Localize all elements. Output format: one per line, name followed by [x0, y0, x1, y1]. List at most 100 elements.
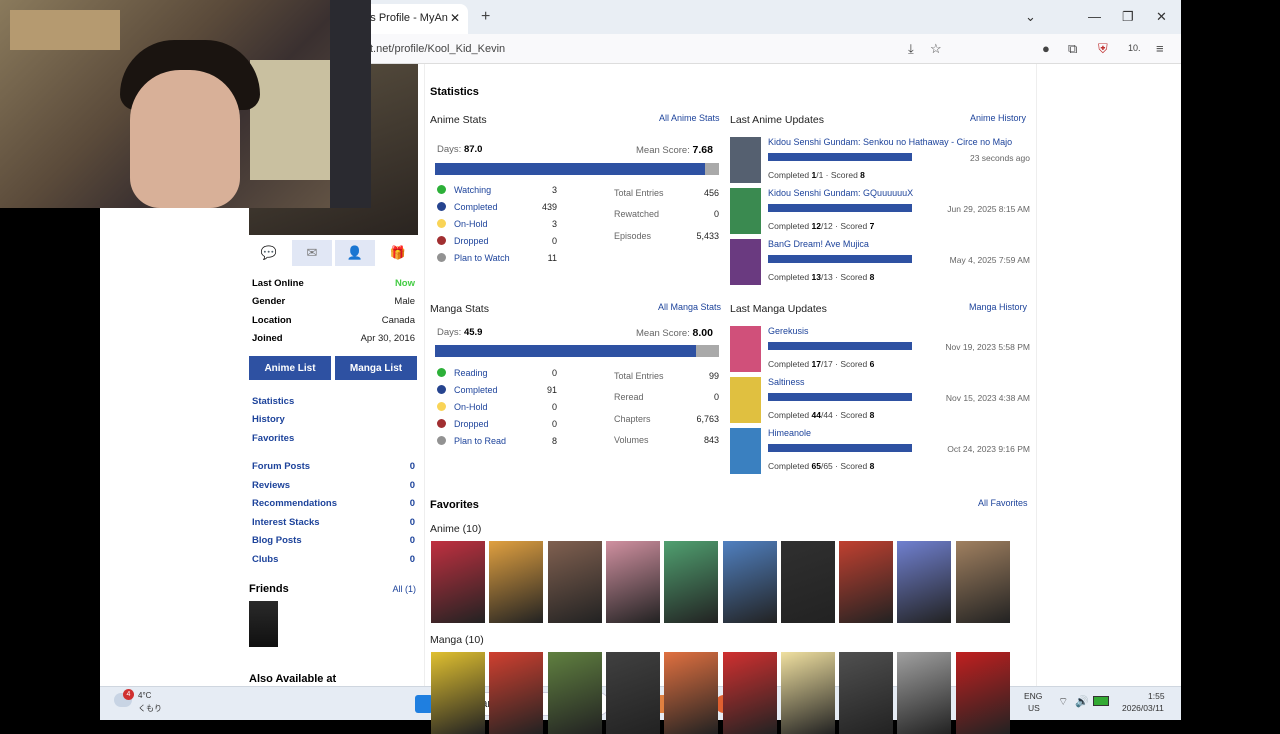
favorite-anime-cover[interactable]	[489, 541, 544, 623]
close-window-icon[interactable]: ✕	[1156, 9, 1167, 25]
status-label[interactable]: On-Hold	[454, 219, 552, 229]
nav-statistics[interactable]: Statistics	[249, 392, 418, 411]
nav-interest-stacks[interactable]: Interest Stacks 0	[249, 513, 418, 532]
update-thumbnail[interactable]	[730, 377, 761, 423]
gift-icon[interactable]: 🎁	[378, 240, 418, 266]
favorite-anime-cover[interactable]	[722, 541, 777, 623]
update-title[interactable]: Kidou Senshi Gundam: GQuuuuuuX	[768, 188, 913, 198]
region-indicator[interactable]: US	[1028, 703, 1040, 713]
bookmark-star-icon[interactable]: ☆	[930, 41, 942, 57]
clock-time[interactable]: 1:55	[1148, 691, 1165, 701]
extension-badge[interactable]: 10.	[1128, 43, 1141, 53]
status-label[interactable]: Plan to Watch	[454, 253, 548, 263]
favorite-anime-cover[interactable]	[955, 541, 1010, 623]
menu-icon[interactable]: ≡	[1156, 41, 1164, 56]
update-title[interactable]: BanG Dream! Ave Mujica	[768, 239, 869, 249]
status-label[interactable]: Completed	[454, 202, 542, 212]
status-row[interactable]: Dropped 0	[437, 415, 557, 432]
all-anime-stats-link[interactable]: All Anime Stats	[659, 113, 720, 123]
status-row[interactable]: On-Hold 3	[437, 215, 557, 232]
weather-desc[interactable]: くもり	[138, 703, 162, 714]
shield-icon[interactable]: ⛨	[1098, 41, 1108, 57]
update-title[interactable]: Gerekusis	[768, 326, 809, 336]
favorite-manga-cover[interactable]	[839, 652, 894, 734]
info-label: Joined	[252, 333, 283, 345]
update-date: Nov 15, 2023 4:38 AM	[945, 393, 1030, 403]
status-label[interactable]: Dropped	[454, 236, 552, 246]
favorite-anime-cover[interactable]	[547, 541, 602, 623]
anime-list-button[interactable]: Anime List	[249, 356, 331, 380]
manga-list-button[interactable]: Manga List	[335, 356, 417, 380]
nav-recommendations[interactable]: Recommendations 0	[249, 495, 418, 514]
friends-all-link[interactable]: All (1)	[392, 584, 416, 594]
favorite-manga-cover[interactable]	[722, 652, 777, 734]
close-tab-icon[interactable]: ✕	[450, 11, 460, 25]
all-manga-stats-link[interactable]: All Manga Stats	[658, 302, 721, 312]
status-row[interactable]: Watching 3	[437, 181, 557, 198]
favorite-manga-cover[interactable]	[955, 652, 1010, 734]
status-label[interactable]: On-Hold	[454, 402, 552, 412]
save-page-icon[interactable]: ⤓	[908, 41, 914, 57]
wifi-icon[interactable]: ⌔	[1058, 695, 1068, 709]
minimize-icon[interactable]: —	[1088, 9, 1101, 24]
comment-icon[interactable]: 💬	[249, 240, 289, 266]
update-item: Saltiness Nov 15, 2023 4:38 AM Completed 4…	[730, 377, 1030, 427]
favorite-anime-cover[interactable]	[839, 541, 894, 623]
favorite-anime-cover[interactable]	[605, 541, 660, 623]
nav-blog-posts[interactable]: Blog Posts 0	[249, 532, 418, 551]
favorite-anime-cover[interactable]	[431, 541, 485, 623]
account-icon[interactable]: ●	[1042, 41, 1050, 56]
status-label[interactable]: Reading	[454, 368, 552, 378]
update-thumbnail[interactable]	[730, 137, 761, 183]
battery-icon[interactable]	[1093, 696, 1109, 706]
status-row[interactable]: Completed 439	[437, 198, 557, 215]
message-icon[interactable]: ✉	[292, 240, 332, 266]
update-title[interactable]: Himeanole	[768, 428, 811, 438]
clock-date[interactable]: 2026/03/11	[1122, 703, 1164, 713]
restore-icon[interactable]: ❐	[1122, 9, 1134, 25]
update-title[interactable]: Saltiness	[768, 377, 805, 387]
status-row[interactable]: Completed 91	[437, 381, 557, 398]
update-thumbnail[interactable]	[730, 326, 761, 372]
update-title[interactable]: Kidou Senshi Gundam: Senkou no Hathaway …	[768, 137, 1012, 147]
status-row[interactable]: Reading 0	[437, 364, 557, 381]
status-label[interactable]: Dropped	[454, 419, 552, 429]
favorite-manga-cover[interactable]	[780, 652, 835, 734]
favorite-manga-cover[interactable]	[547, 652, 602, 734]
favorite-manga-cover[interactable]	[605, 652, 660, 734]
status-label[interactable]: Plan to Read	[454, 436, 552, 446]
friend-avatar[interactable]	[249, 600, 278, 647]
nav-reviews[interactable]: Reviews 0	[249, 476, 418, 495]
tab-list-icon[interactable]: ⌄	[1025, 9, 1036, 25]
extensions-icon[interactable]: ⧉	[1068, 41, 1077, 57]
favorite-anime-cover[interactable]	[897, 541, 952, 623]
volume-icon[interactable]: 🔊	[1075, 695, 1089, 708]
status-label[interactable]: Watching	[454, 185, 552, 195]
favorite-manga-cover[interactable]	[664, 652, 719, 734]
nav-history[interactable]: History	[249, 411, 418, 430]
favorite-manga-cover[interactable]	[489, 652, 544, 734]
language-indicator[interactable]: ENG	[1024, 691, 1042, 701]
nav-favorites[interactable]: Favorites	[249, 429, 418, 448]
favorite-manga-cover[interactable]	[897, 652, 952, 734]
status-row[interactable]: Plan to Watch 11	[437, 249, 557, 266]
status-row[interactable]: Plan to Read 8	[437, 432, 557, 449]
anime-history-link[interactable]: Anime History	[970, 113, 1026, 123]
weather-temp[interactable]: 4°C	[138, 691, 151, 700]
update-thumbnail[interactable]	[730, 239, 761, 285]
favorite-anime-cover[interactable]	[780, 541, 835, 623]
favorite-manga-cover[interactable]	[431, 652, 485, 734]
nav-clubs[interactable]: Clubs 0	[249, 550, 418, 569]
nav-forum-posts[interactable]: Forum Posts 0	[249, 458, 418, 477]
status-row[interactable]: Dropped 0	[437, 232, 557, 249]
add-friend-icon[interactable]: 👤	[335, 240, 375, 266]
update-thumbnail[interactable]	[730, 188, 761, 234]
update-thumbnail[interactable]	[730, 428, 761, 474]
manga-history-link[interactable]: Manga History	[969, 302, 1027, 312]
url-text[interactable]: t.net/profile/Kool_Kid_Kevin	[370, 43, 505, 55]
status-row[interactable]: On-Hold 0	[437, 398, 557, 415]
new-tab-icon[interactable]: +	[481, 8, 490, 26]
all-favorites-link[interactable]: All Favorites	[978, 498, 1028, 508]
status-label[interactable]: Completed	[454, 385, 547, 395]
favorite-anime-cover[interactable]	[664, 541, 719, 623]
